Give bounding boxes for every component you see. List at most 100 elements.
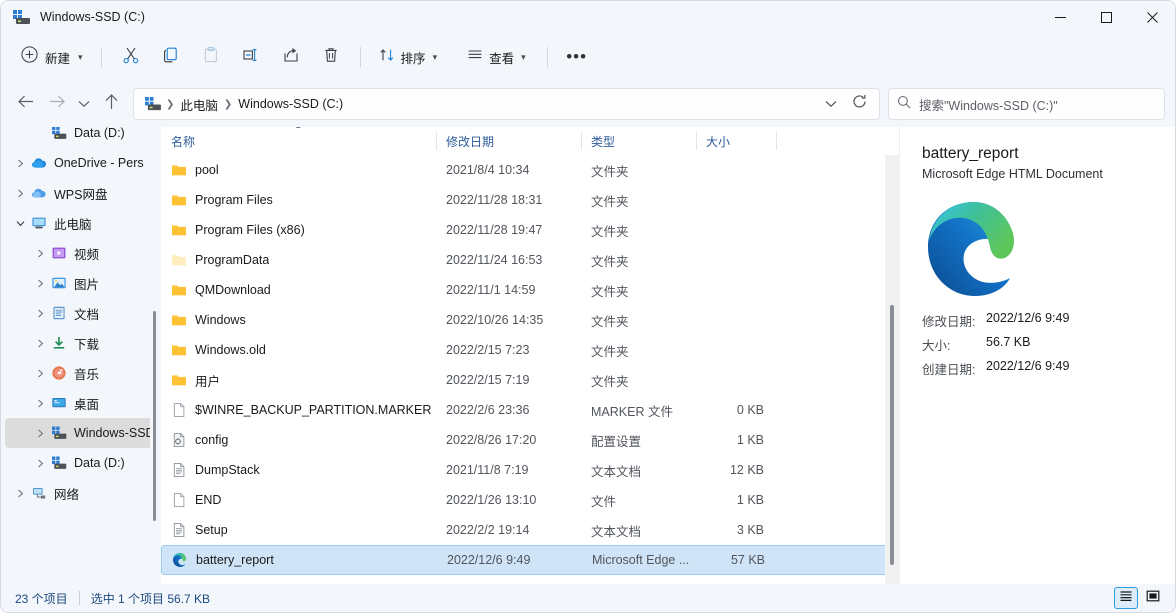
sidebar-item-12[interactable]: 网络 xyxy=(5,478,157,508)
cell-type: MARKER 文件 xyxy=(591,404,673,419)
rename-button[interactable] xyxy=(231,41,271,73)
file-list-scrollbar-thumb[interactable] xyxy=(890,305,894,565)
chevron-right-icon[interactable] xyxy=(31,309,49,318)
view-button[interactable]: 查看 ▾ xyxy=(458,41,535,73)
sidebar-item-10[interactable]: Windows-SSD xyxy=(5,418,157,448)
up-arrow-icon xyxy=(104,93,119,115)
new-button[interactable]: 新建 ▾ xyxy=(15,41,92,73)
sidebar-scrollbar-thumb[interactable] xyxy=(153,311,156,521)
column-header-type[interactable]: 类型 xyxy=(581,127,696,155)
breadcrumb-item-1[interactable]: Windows-SSD (C:) xyxy=(233,95,348,113)
details-property-key: 修改日期: xyxy=(922,315,976,329)
desktop-icon xyxy=(51,395,67,411)
delete-button[interactable] xyxy=(311,41,351,73)
chevron-right-icon[interactable] xyxy=(31,399,49,408)
chevron-down-icon: ▾ xyxy=(78,51,83,62)
search-input[interactable]: 搜索"Windows-SSD (C:)" xyxy=(888,88,1165,120)
sidebar-item-0[interactable]: Data (D:) xyxy=(5,127,157,148)
sidebar-item-7[interactable]: 下载 xyxy=(5,328,157,358)
recent-locations-button[interactable] xyxy=(73,88,95,120)
chevron-right-icon[interactable] xyxy=(31,249,49,258)
chevron-right-icon[interactable] xyxy=(11,159,29,168)
column-divider-3[interactable] xyxy=(776,132,777,150)
status-divider xyxy=(78,591,80,605)
column-divider-0[interactable] xyxy=(436,132,437,150)
file-name-label: battery_report xyxy=(196,553,274,567)
column-divider-1[interactable] xyxy=(581,132,582,150)
back-button[interactable] xyxy=(9,88,41,120)
sidebar-item-5[interactable]: 图片 xyxy=(5,268,157,298)
wps-cloud-icon xyxy=(29,185,49,201)
chevron-right-icon[interactable] xyxy=(11,489,29,498)
chevron-down-icon[interactable] xyxy=(11,219,29,228)
table-row[interactable]: $WINRE_BACKUP_PARTITION.MARKER 2022/2/6 2… xyxy=(161,395,895,425)
table-row[interactable]: Program Files (x86) 2022/11/28 19:47 文件夹 xyxy=(161,215,895,245)
cell-size: 12 KB xyxy=(729,463,764,477)
cell-date: 2022/11/1 14:59 xyxy=(446,283,536,297)
sidebar-item-9[interactable]: 桌面 xyxy=(5,388,157,418)
item-count-label: 23 个项目 xyxy=(15,591,68,606)
column-header-date[interactable]: 修改日期 xyxy=(436,127,581,155)
copy-button[interactable] xyxy=(151,41,191,73)
drive-icon xyxy=(51,127,67,141)
breadcrumb-item-0[interactable]: 此电脑 xyxy=(175,93,223,116)
file-name-label: Setup xyxy=(195,523,228,537)
sidebar-scrollbar[interactable] xyxy=(150,127,159,584)
file-name-label: pool xyxy=(195,163,219,177)
more-options-button[interactable]: ••• xyxy=(557,41,597,73)
table-row[interactable]: battery_report 2022/12/6 9:49 Microsoft Ed… xyxy=(161,545,895,575)
table-row[interactable]: pool 2021/8/4 10:34 文件夹 xyxy=(161,155,895,185)
cell-type: 文件夹 xyxy=(591,344,629,359)
chevron-right-icon[interactable] xyxy=(31,339,49,348)
forward-button[interactable] xyxy=(41,88,73,120)
chevron-right-icon[interactable] xyxy=(31,369,49,378)
table-row[interactable]: Windows.old 2022/2/15 7:23 文件夹 xyxy=(161,335,895,365)
table-row[interactable]: ProgramData 2022/11/24 16:53 文件夹 xyxy=(161,245,895,275)
cut-button[interactable] xyxy=(111,41,151,73)
address-path-box[interactable]: ❯ 此电脑 ❯ Windows-SSD (C:) xyxy=(133,88,880,120)
table-row[interactable]: END 2022/1/26 13:10 文件 1 KB xyxy=(161,485,895,515)
sidebar-item-label: 音乐 xyxy=(74,367,100,382)
config-file-icon xyxy=(171,432,187,448)
chevron-right-icon[interactable] xyxy=(31,429,49,438)
edge-icon xyxy=(172,552,188,568)
sidebar-item-6[interactable]: 文档 xyxy=(5,298,157,328)
sidebar-item-11[interactable]: Data (D:) xyxy=(5,448,157,478)
large-icons-view-button[interactable] xyxy=(1141,587,1165,609)
table-row[interactable]: Program Files 2022/11/28 18:31 文件夹 xyxy=(161,185,895,215)
sidebar-item-3[interactable]: 此电脑 xyxy=(5,208,157,238)
refresh-button[interactable] xyxy=(845,90,873,118)
sidebar-item-4[interactable]: 视频 xyxy=(5,238,157,268)
details-view-button[interactable] xyxy=(1114,587,1138,609)
column-header-size[interactable]: 大小 xyxy=(696,127,776,155)
chevron-right-icon[interactable] xyxy=(31,279,49,288)
paste-button[interactable] xyxy=(191,41,231,73)
sort-ascending-icon: ▴ xyxy=(296,127,301,131)
column-header-name[interactable]: 名称 ▴ xyxy=(161,127,436,155)
ellipsis-icon: ••• xyxy=(566,47,588,66)
sidebar-item-1[interactable]: OneDrive - Pers xyxy=(5,148,157,178)
sidebar-item-2[interactable]: WPS网盘 xyxy=(5,178,157,208)
file-list-scrollbar[interactable] xyxy=(885,155,899,584)
table-row[interactable]: Setup 2022/2/2 19:14 文本文档 3 KB xyxy=(161,515,895,545)
cell-type: 配置设置 xyxy=(591,434,642,449)
up-button[interactable] xyxy=(95,88,127,120)
minimize-button[interactable] xyxy=(1037,1,1083,33)
column-divider-2[interactable] xyxy=(696,132,697,150)
table-row[interactable]: Windows 2022/10/26 14:35 文件夹 xyxy=(161,305,895,335)
folder-icon xyxy=(171,372,187,388)
table-row[interactable]: config 2022/8/26 17:20 配置设置 1 KB xyxy=(161,425,895,455)
table-row[interactable]: DumpStack 2021/11/8 7:19 文本文档 12 KB xyxy=(161,455,895,485)
address-dropdown-button[interactable] xyxy=(817,90,845,118)
chevron-right-icon[interactable] xyxy=(31,459,49,468)
maximize-button[interactable] xyxy=(1083,1,1129,33)
chevron-right-icon[interactable] xyxy=(11,189,29,198)
text-file-icon xyxy=(171,462,187,478)
close-button[interactable] xyxy=(1129,1,1175,33)
file-name-label: Program Files (x86) xyxy=(195,223,305,237)
sort-button[interactable]: 排序 ▾ xyxy=(370,41,447,73)
sidebar-item-8[interactable]: 音乐 xyxy=(5,358,157,388)
share-button[interactable] xyxy=(271,41,311,73)
table-row[interactable]: 用户 2022/2/15 7:19 文件夹 xyxy=(161,365,895,395)
table-row[interactable]: QMDownload 2022/11/1 14:59 文件夹 xyxy=(161,275,895,305)
